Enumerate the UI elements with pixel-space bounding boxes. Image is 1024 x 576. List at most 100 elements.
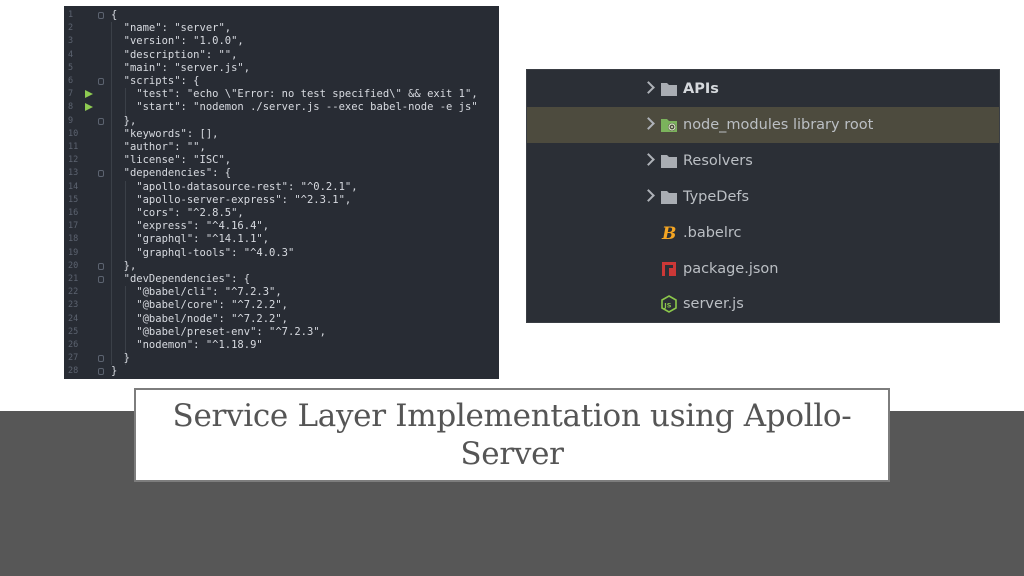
code-line: 8 "start": "nodemon ./server.js --exec b… [64,101,499,114]
code-line: 13 "dependencies": { [64,167,499,180]
run-script-icon[interactable] [85,103,93,112]
code-line: 3 "version": "1.0.0", [64,35,499,48]
fold-marker-icon[interactable] [98,262,104,270]
code-line: 4 "description": "", [64,49,499,62]
line-number: 10 [68,128,79,139]
line-number: 3 [68,36,74,47]
code-line: 10 "keywords": [], [64,128,499,141]
tree-item[interactable]: TypeDefs [527,179,999,215]
fold-marker-icon[interactable] [98,12,104,19]
line-number: 19 [68,247,79,258]
tree-item-label: server.js [683,295,744,313]
tree-item[interactable]: APIs [527,71,999,107]
code-line: 11 "author": "", [64,141,499,154]
line-number: 15 [68,194,79,205]
tree-item[interactable]: Resolvers [527,143,999,179]
code-text: "keywords": [], [111,127,219,140]
package-json-code-editor: 1{2 "name": "server", 3 "version": "1.0.0… [64,6,499,379]
line-number: 27 [68,353,79,364]
line-number: 20 [68,260,79,271]
tree-item-name: server.js [683,296,744,312]
line-number: 11 [68,142,79,152]
code-line: 7 "test": "echo \"Error: no test specifi… [64,88,499,101]
library-folder-icon [660,116,678,134]
line-number: 17 [68,221,79,232]
fold-marker-icon[interactable] [98,117,104,125]
code-line: 5 "main": "server.js", [64,62,499,75]
code-text: "license": "ISC", [111,154,232,167]
line-number: 13 [68,168,79,179]
code-line: 14 "apollo-datasource-rest": "^0.2.1", [64,181,499,194]
line-number: 16 [68,208,79,218]
chevron-right-icon[interactable] [642,117,655,130]
tree-item[interactable]: JS server.js [527,286,999,322]
project-file-tree: APIs node_modules library root Resolvers Ty… [526,69,1000,323]
line-number: 2 [68,23,74,34]
tree-item-suffix: library root [792,117,874,133]
tree-item-label: node_modules library root [683,116,873,134]
code-text: { [111,9,118,21]
code-text: "cors": "^2.8.5", [111,207,244,219]
tree-item-label: package.json [683,260,778,278]
run-script-icon[interactable] [85,90,93,99]
line-number: 14 [68,181,79,192]
code-text: "graphql-tools": "^4.0.3" [111,246,295,259]
code-text: "scripts": { [111,75,200,87]
tree-item[interactable]: B .babelrc [527,215,999,251]
code-text: "main": "server.js", [111,61,251,74]
code-line: 21 "devDependencies": { [64,273,499,286]
line-number: 28 [68,366,79,377]
line-number: 5 [68,62,74,73]
code-text: } [111,352,130,365]
line-number: 24 [68,313,79,324]
code-text: "start": "nodemon ./server.js --exec bab… [111,101,478,114]
code-line: 24 "@babel/node": "^7.2.2", [64,313,499,326]
code-line: 17 "express": "^4.16.4", [64,220,499,233]
line-number: 6 [68,76,74,86]
code-line: 12 "license": "ISC", [64,154,499,167]
chevron-right-icon[interactable] [642,153,655,166]
chevron-right-icon[interactable] [642,81,655,94]
code-line: 1{ [64,9,499,22]
code-text: "version": "1.0.0", [111,35,244,48]
line-number: 22 [68,287,79,298]
code-line: 19 "graphql-tools": "^4.0.3" [64,247,499,260]
code-text: "@babel/node": "^7.2.2", [111,312,289,325]
fold-marker-icon[interactable] [98,170,104,178]
fold-marker-icon[interactable] [98,355,104,363]
line-number: 12 [68,155,79,166]
code-text: "description": "", [111,48,238,61]
folder-icon [660,188,678,206]
fold-marker-icon[interactable] [98,276,104,283]
line-number: 9 [68,115,74,126]
line-number: 7 [68,89,74,100]
chevron-right-icon[interactable] [642,189,655,202]
tree-item[interactable]: package.json [527,251,999,287]
line-number: 25 [68,326,79,337]
code-text: "author": "", [111,141,206,153]
slide-title-box: Service Layer Implementation using Apoll… [134,388,890,482]
svg-text:JS: JS [663,302,671,310]
code-line: 9 }, [64,115,499,128]
tree-item-name: node_modules [683,117,789,133]
line-number: 26 [68,340,79,350]
code-line: 22 "@babel/cli": "^7.2.3", [64,286,499,299]
code-text: "nodemon": "^1.18.9" [111,339,263,351]
line-number: 18 [68,234,79,245]
code-text: "test": "echo \"Error: no test specified… [111,88,478,101]
tree-item-name: Resolvers [683,153,753,169]
line-number: 8 [68,102,74,113]
code-text: "@babel/preset-env": "^7.2.3", [111,325,326,338]
code-line: 26 "nodemon": "^1.18.9" [64,339,499,352]
tree-item-label: TypeDefs [683,188,749,206]
tree-item-name: TypeDefs [683,189,750,205]
tree-item-label: .babelrc [683,224,741,242]
line-number: 1 [68,10,74,20]
code-line: 18 "graphql": "^14.1.1", [64,233,499,246]
fold-marker-icon[interactable] [98,368,104,376]
fold-marker-icon[interactable] [98,78,104,85]
code-line: 28} [64,365,499,378]
code-line: 2 "name": "server", [64,22,499,35]
tree-item[interactable]: node_modules library root [527,107,999,143]
code-text: "@babel/cli": "^7.2.3", [111,286,282,299]
